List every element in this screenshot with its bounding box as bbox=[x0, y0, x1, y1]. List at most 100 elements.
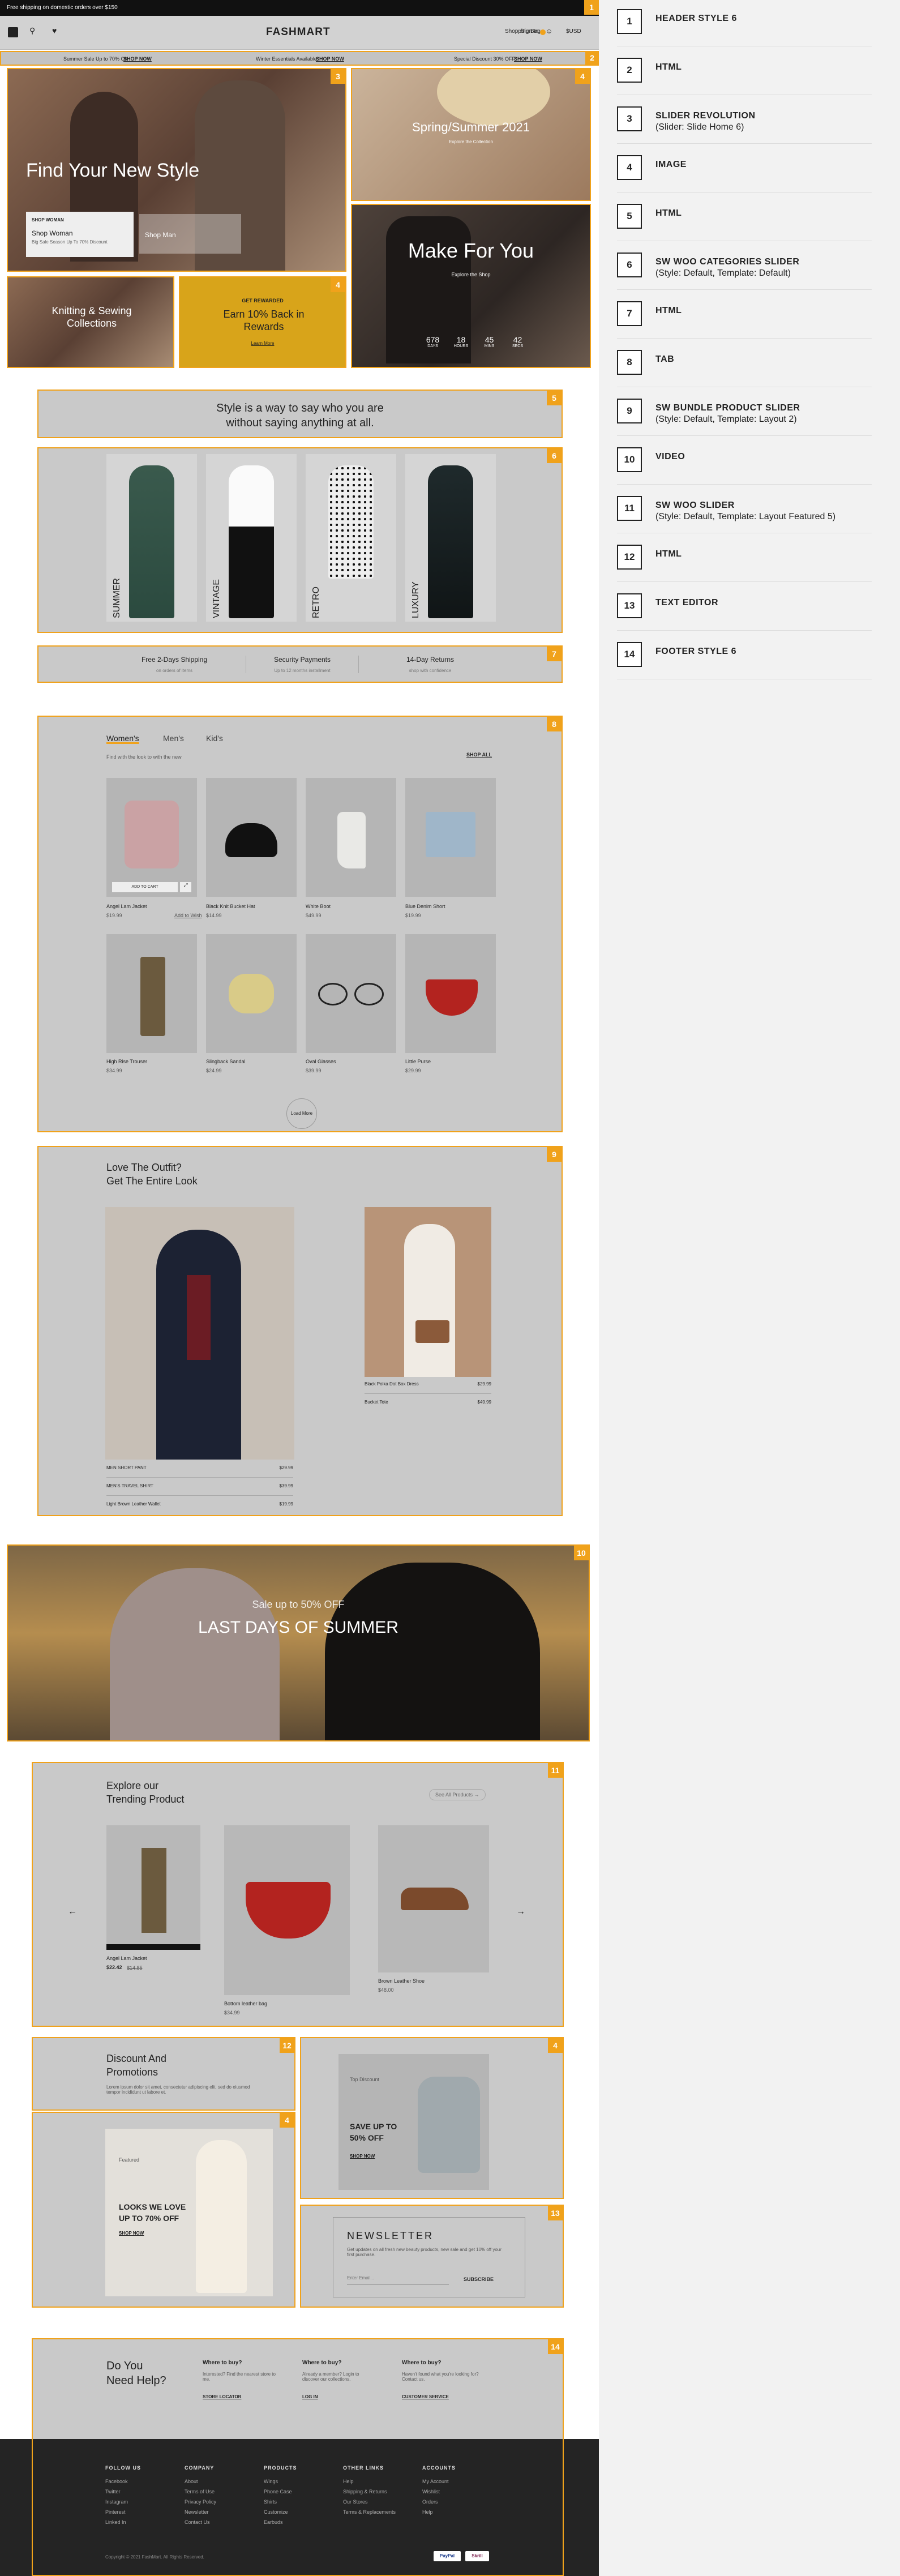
tab-womens[interactable]: Women's bbox=[106, 734, 139, 743]
video-banner[interactable]: Sale up to 50% OFF LAST DAYS OF SUMMER 1… bbox=[7, 1544, 590, 1741]
spring-title: Spring/Summer 2021 bbox=[412, 120, 530, 134]
banner-knitting[interactable]: Knitting & Sewing Collections bbox=[7, 276, 174, 368]
bundle-item-2[interactable]: MEN'S TRAVEL SHIRT $39.99 bbox=[106, 1483, 293, 1496]
product-name-purse[interactable]: Little Purse bbox=[405, 1059, 431, 1064]
footer-link-earbuds[interactable]: Earbuds bbox=[264, 2517, 332, 2527]
footer-link-twitter[interactable]: Twitter bbox=[105, 2487, 173, 2497]
product-image-hat[interactable] bbox=[206, 778, 297, 897]
trending-add-bar[interactable] bbox=[106, 1944, 200, 1950]
legend-title-8: TAB bbox=[655, 354, 675, 364]
footer-link-instagram[interactable]: Instagram bbox=[105, 2497, 173, 2507]
hero-card-man[interactable]: Shop Man bbox=[139, 214, 241, 254]
shop-all-link[interactable]: SHOP ALL bbox=[466, 752, 492, 758]
help-col-3-link[interactable]: CUSTOMER SERVICE bbox=[402, 2394, 481, 2399]
feature-returns-sub: shop with confidence bbox=[409, 668, 452, 673]
bundle-image-man[interactable] bbox=[105, 1207, 294, 1460]
product-image-trouser[interactable] bbox=[106, 934, 197, 1053]
product-image-denim[interactable] bbox=[405, 778, 496, 897]
newsletter-email-input[interactable] bbox=[347, 2272, 449, 2284]
footer-link-wishlist[interactable]: Wishlist bbox=[422, 2487, 490, 2497]
category-vintage[interactable]: VINTAGE bbox=[206, 454, 297, 622]
footer-link-linkedin[interactable]: Linked In bbox=[105, 2517, 173, 2527]
footer-link-customize[interactable]: Customize bbox=[264, 2507, 332, 2517]
promo-looks-image[interactable]: Featured LOOKS WE LOVE UP TO 70% OFF SHO… bbox=[105, 2129, 273, 2296]
footer-link-facebook[interactable]: Facebook bbox=[105, 2476, 173, 2487]
footer-link-shipping[interactable]: Shipping & Returns bbox=[343, 2487, 417, 2497]
shopping-bag-label[interactable]: Shopping Bag bbox=[505, 28, 541, 35]
product-name-boot[interactable]: White Boot bbox=[306, 904, 331, 909]
help-col-2-link[interactable]: LOG IN bbox=[302, 2394, 376, 2399]
trending-image-trouser[interactable] bbox=[106, 1825, 200, 1950]
product-image-jacket[interactable]: ADD TO CART ⤢ bbox=[106, 778, 197, 897]
bundle-item-3[interactable]: Light Brown Leather Wallet $19.99 bbox=[106, 1501, 293, 1514]
footer-link-orders[interactable]: Orders bbox=[422, 2497, 490, 2507]
footer-link-account-help[interactable]: Help bbox=[422, 2507, 490, 2517]
hero-slider[interactable]: Find Your New Style SHOP WOMAN Shop Woma… bbox=[7, 68, 346, 272]
feature-returns: 14-Day Returns shop with confidence bbox=[374, 656, 487, 673]
next-arrow-icon[interactable]: → bbox=[516, 1907, 525, 1917]
product-image-purse[interactable] bbox=[405, 934, 496, 1053]
trending-image-bag[interactable] bbox=[224, 1825, 350, 1995]
promo-left-link[interactable]: SHOP NOW bbox=[123, 56, 152, 62]
bundle-item-1[interactable]: MEN SHORT PANT $29.99 bbox=[106, 1465, 293, 1478]
promo-save-image[interactable]: Top Discount SAVE UP TO 50% OFF SHOP NOW bbox=[338, 2054, 489, 2190]
bundle-item-5[interactable]: Bucket Tote $49.99 bbox=[365, 1400, 491, 1412]
footer-link-terms[interactable]: Terms of Use bbox=[185, 2487, 252, 2497]
spring-link[interactable]: Explore the Collection bbox=[352, 139, 590, 144]
footer-link-stores[interactable]: Our Stores bbox=[343, 2497, 417, 2507]
footer-link-my-account[interactable]: My Account bbox=[422, 2476, 490, 2487]
footer-link-pinterest[interactable]: Pinterest bbox=[105, 2507, 173, 2517]
looks-link[interactable]: SHOP NOW bbox=[119, 2231, 144, 2236]
product-name-trouser[interactable]: High Rise Trouser bbox=[106, 1059, 147, 1064]
footer-link-newsletter[interactable]: Newsletter bbox=[185, 2507, 252, 2517]
save-link[interactable]: SHOP NOW bbox=[350, 2154, 375, 2159]
trending-name-2[interactable]: Bottom leather bag bbox=[224, 2001, 267, 2006]
bundle-item-4[interactable]: Black Polka Dot Box Dress $29.99 bbox=[365, 1381, 491, 1394]
load-more-button[interactable]: Load More bbox=[286, 1098, 317, 1129]
product-name-sandal[interactable]: Slingback Sandal bbox=[206, 1059, 246, 1064]
banner-rewards[interactable]: GET REWARDED Earn 10% Back in Rewards Le… bbox=[179, 276, 346, 368]
product-image-glasses[interactable] bbox=[306, 934, 396, 1053]
subscribe-button[interactable]: SUBSCRIBE bbox=[464, 2277, 494, 2282]
product-name-glasses[interactable]: Oval Glasses bbox=[306, 1059, 336, 1064]
reward-small: GET REWARDED bbox=[242, 298, 284, 303]
footer-link-wings[interactable]: Wings bbox=[264, 2476, 332, 2487]
footer-link-shirts[interactable]: Shirts bbox=[264, 2497, 332, 2507]
prev-arrow-icon[interactable]: ← bbox=[68, 1907, 77, 1917]
tab-mens[interactable]: Men's bbox=[163, 734, 184, 743]
reward-link[interactable]: Learn More bbox=[180, 341, 345, 346]
category-summer[interactable]: SUMMER bbox=[106, 454, 197, 622]
footer-link-contact[interactable]: Contact Us bbox=[185, 2517, 252, 2527]
currency-select[interactable]: $USD bbox=[566, 28, 581, 35]
product-name-jacket[interactable]: Angel Lam Jacket bbox=[106, 904, 147, 909]
product-image-sandal[interactable] bbox=[206, 934, 297, 1053]
see-all-products-link[interactable]: See All Products → bbox=[429, 1789, 486, 1800]
footer-link-phone-case[interactable]: Phone Case bbox=[264, 2487, 332, 2497]
add-to-cart-button[interactable]: ADD TO CART bbox=[112, 882, 178, 892]
badge-13: 13 bbox=[548, 2206, 563, 2220]
hero-card-woman[interactable]: SHOP WOMAN Shop Woman Big Sale Season Up… bbox=[26, 212, 134, 257]
bundle-item-5-name: Bucket Tote bbox=[365, 1400, 388, 1405]
category-luxury[interactable]: LUXURY bbox=[405, 454, 496, 622]
promo-right-link[interactable]: SHOP NOW bbox=[514, 56, 542, 62]
promo-mid-link[interactable]: SHOP NOW bbox=[316, 56, 344, 62]
product-name-denim[interactable]: Blue Denim Short bbox=[405, 904, 445, 909]
trending-image-shoe[interactable] bbox=[378, 1825, 489, 1972]
footer-link-replacements[interactable]: Terms & Replacements bbox=[343, 2507, 417, 2517]
trending-name-1[interactable]: Angel Lam Jacket bbox=[106, 1955, 147, 1961]
trending-name-3[interactable]: Brown Leather Shoe bbox=[378, 1978, 425, 1984]
footer-link-privacy[interactable]: Privacy Policy bbox=[185, 2497, 252, 2507]
quick-view-icon[interactable]: ⤢ bbox=[180, 882, 191, 892]
make-sub[interactable]: Explore the Shop bbox=[352, 272, 590, 277]
footer-link-help[interactable]: Help bbox=[343, 2476, 417, 2487]
product-image-boot[interactable] bbox=[306, 778, 396, 897]
tab-kids[interactable]: Kid's bbox=[206, 734, 223, 743]
banner-spring-summer[interactable]: Spring/Summer 2021 Explore the Collectio… bbox=[351, 68, 591, 201]
banner-make-for-you[interactable]: Make For You Explore the Shop 678 DAYS 18… bbox=[351, 204, 591, 368]
bundle-image-woman[interactable] bbox=[365, 1207, 491, 1377]
product-wish-jacket[interactable]: Add to Wish bbox=[174, 913, 202, 918]
product-name-hat[interactable]: Black Knit Bucket Hat bbox=[206, 904, 255, 909]
help-col-1-link[interactable]: STORE LOCATOR bbox=[203, 2394, 276, 2399]
category-retro[interactable]: RETRO bbox=[306, 454, 396, 622]
footer-link-about[interactable]: About bbox=[185, 2476, 252, 2487]
